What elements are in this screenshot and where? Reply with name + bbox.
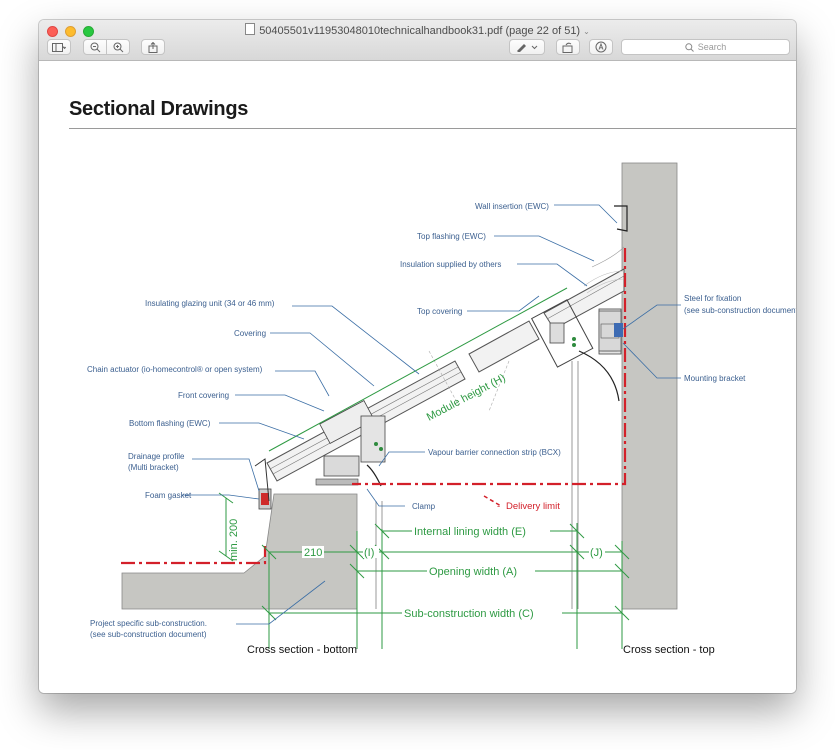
zoom-out-button[interactable] bbox=[83, 39, 107, 55]
share-icon bbox=[148, 41, 158, 53]
label-drainage-2: (Multi bracket) bbox=[128, 463, 179, 472]
markup-toolbar-button[interactable] bbox=[509, 39, 545, 55]
caption-cross-section-bottom: Cross section - bottom bbox=[247, 644, 357, 656]
window-title: 50405501v11953048010technicalhandbook31.… bbox=[39, 23, 796, 37]
dim-internal-lining: Internal lining width (E) bbox=[414, 526, 526, 538]
label-wall-insertion: Wall insertion (EWC) bbox=[475, 202, 549, 211]
dim-sub-construction: Sub-construction width (C) bbox=[404, 608, 534, 620]
sidebar-toggle-button[interactable] bbox=[47, 39, 71, 55]
zoom-out-icon bbox=[90, 42, 100, 52]
label-top-flashing: Top flashing (EWC) bbox=[417, 232, 486, 241]
label-drainage-1: Drainage profile bbox=[128, 452, 185, 461]
chevron-down-icon[interactable]: ⌄ bbox=[583, 27, 590, 36]
document-icon bbox=[245, 23, 256, 35]
dim-opening-width: Opening width (A) bbox=[429, 566, 517, 578]
label-delivery-limit: Delivery limit bbox=[506, 501, 560, 512]
wall bbox=[621, 162, 678, 610]
zoom-in-button[interactable] bbox=[106, 39, 130, 55]
label-project-sub-1: Project specific sub-construction. bbox=[90, 619, 207, 628]
rotate-button[interactable] bbox=[556, 39, 580, 55]
label-top-covering: Top covering bbox=[417, 307, 462, 316]
label-foam-gasket: Foam gasket bbox=[145, 491, 192, 500]
share-button[interactable] bbox=[141, 39, 165, 55]
search-field[interactable]: Search bbox=[621, 39, 790, 55]
sectional-drawing: Delivery limit - Module height (H) min. … bbox=[87, 162, 796, 656]
dim-j: (J) bbox=[590, 547, 603, 559]
label-front-covering: Front covering bbox=[178, 391, 229, 400]
label-chain-actuator: Chain actuator (io-homecontrol® or open … bbox=[87, 365, 263, 374]
delivery-limit-dash: - bbox=[497, 501, 500, 512]
sidebar-icon bbox=[52, 42, 66, 52]
dim-min-200: min. 200 bbox=[228, 519, 240, 561]
label-bottom-flashing: Bottom flashing (EWC) bbox=[129, 419, 211, 428]
steel-fixation-bracket bbox=[598, 310, 623, 352]
label-vapour-barrier: Vapour barrier connection strip (BCX) bbox=[428, 448, 561, 457]
dim-i: (I) bbox=[364, 547, 374, 559]
delivery-limit-line bbox=[121, 546, 267, 565]
dim-210: 210 bbox=[304, 547, 322, 559]
label-covering: Covering bbox=[234, 329, 266, 338]
search-placeholder: Search bbox=[697, 42, 727, 52]
markup-icon bbox=[595, 41, 607, 53]
rotate-icon bbox=[562, 42, 573, 53]
label-mounting-bracket: Mounting bracket bbox=[684, 374, 746, 383]
markup-button[interactable] bbox=[589, 39, 613, 55]
pdf-page[interactable]: Sectional Drawings Delivery limit - Modu… bbox=[39, 61, 796, 693]
preview-window: 50405501v11953048010technicalhandbook31.… bbox=[39, 20, 796, 693]
pen-icon bbox=[517, 44, 538, 52]
label-steel-fixation-1: Steel for fixation bbox=[684, 294, 741, 303]
label-insulation: Insulation supplied by others bbox=[400, 260, 501, 269]
label-steel-fixation-2: (see sub-construction document) bbox=[684, 306, 796, 315]
label-project-sub-2: (see sub-construction document) bbox=[90, 630, 207, 639]
caption-cross-section-top: Cross section - top bbox=[623, 644, 715, 656]
search-icon bbox=[685, 42, 694, 52]
zoom-in-icon bbox=[113, 42, 123, 52]
window-title-text: 50405501v11953048010technicalhandbook31.… bbox=[259, 25, 581, 37]
label-clamp: Clamp bbox=[412, 502, 436, 511]
title-bar: 50405501v11953048010technicalhandbook31.… bbox=[39, 20, 796, 61]
label-insulating-glazing: Insulating glazing unit (34 or 46 mm) bbox=[145, 299, 275, 308]
